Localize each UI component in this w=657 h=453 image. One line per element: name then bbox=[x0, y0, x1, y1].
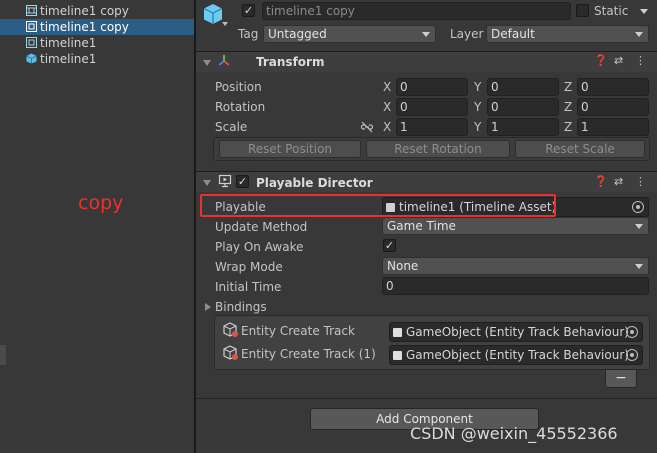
rotation-label: Rotation bbox=[215, 100, 266, 114]
object-picker-icon[interactable] bbox=[632, 201, 644, 213]
play-on-awake-label: Play On Awake bbox=[215, 240, 304, 254]
bindings-label: Bindings bbox=[215, 300, 267, 314]
scale-z-label: Z bbox=[564, 120, 573, 134]
tag-label: Tag bbox=[238, 27, 259, 41]
scale-x-label: X bbox=[383, 120, 392, 134]
preset-sliders-icon[interactable]: ⇄ bbox=[614, 176, 623, 188]
initial-time-label: Initial Time bbox=[215, 280, 282, 294]
rotation-z-label: Z bbox=[564, 100, 573, 114]
context-menu-icon[interactable]: ⋮ bbox=[635, 55, 646, 67]
position-x-label: X bbox=[383, 80, 392, 94]
bindings-foldout-icon[interactable] bbox=[205, 303, 211, 311]
update-method-dropdown[interactable]: Game Time bbox=[382, 217, 649, 235]
foldout-arrow-icon[interactable] bbox=[203, 60, 211, 66]
scale-x-field[interactable]: 1 bbox=[396, 118, 468, 136]
hierarchy-item-label: timeline1 bbox=[40, 52, 97, 66]
rotation-y-label: Y bbox=[474, 100, 482, 114]
object-picker-icon[interactable] bbox=[626, 326, 638, 338]
position-x-field[interactable]: 0 bbox=[396, 78, 468, 96]
object-picker-icon[interactable] bbox=[626, 349, 638, 361]
binding-track-label: Entity Create Track bbox=[241, 324, 355, 338]
wrap-mode-label: Wrap Mode bbox=[215, 260, 283, 274]
foldout-arrow-icon[interactable] bbox=[203, 180, 211, 186]
rotation-x-label: X bbox=[383, 100, 392, 114]
gameobject-icon bbox=[26, 5, 37, 16]
static-checkbox[interactable] bbox=[576, 4, 589, 17]
binding-track-label: Entity Create Track (1) bbox=[241, 347, 376, 361]
icon-dropdown-arrow[interactable] bbox=[222, 22, 228, 26]
playable-director-enabled-checkbox[interactable]: ✓ bbox=[236, 175, 249, 188]
layer-dropdown[interactable]: Default bbox=[486, 25, 649, 43]
rotation-x-field[interactable]: 0 bbox=[396, 98, 468, 116]
reset-position-button[interactable]: Reset Position bbox=[219, 140, 361, 158]
scale-y-label: Y bbox=[474, 120, 482, 134]
initial-time-field[interactable]: 0 bbox=[382, 277, 649, 295]
position-label: Position bbox=[215, 80, 262, 94]
transform-axes-icon bbox=[218, 55, 230, 66]
rotation-y-field[interactable]: 0 bbox=[487, 98, 559, 116]
annotation-copy-note: copy bbox=[78, 192, 124, 214]
hierarchy-item-label: timeline1 bbox=[40, 36, 97, 50]
context-menu-icon[interactable]: ⋮ bbox=[635, 176, 646, 188]
playable-director-title: Playable Director bbox=[256, 176, 373, 190]
tag-value: Untagged bbox=[268, 27, 327, 41]
watermark-text: CSDN @weixin_45552366 bbox=[410, 424, 618, 443]
preset-sliders-icon[interactable]: ⇄ bbox=[614, 55, 623, 67]
playable-director-icon bbox=[218, 174, 232, 188]
hierarchy-item[interactable]: timeline1 copy bbox=[0, 3, 194, 19]
hierarchy-edge-strip bbox=[0, 345, 6, 365]
binding-value: GameObject (Entity Track Behaviour) bbox=[406, 325, 629, 339]
wrap-mode-dropdown[interactable]: None bbox=[382, 257, 649, 275]
hierarchy-item-label: timeline1 copy bbox=[40, 20, 129, 34]
play-on-awake-checkbox[interactable]: ✓ bbox=[383, 239, 396, 252]
component-separator bbox=[196, 398, 657, 399]
help-icon[interactable]: ❓ bbox=[594, 176, 608, 188]
active-checkbox[interactable]: ✓ bbox=[242, 4, 255, 17]
gameobject-icon bbox=[26, 37, 37, 48]
object-name-field[interactable]: timeline1 copy bbox=[262, 2, 571, 20]
remove-binding-button[interactable]: − bbox=[605, 369, 637, 388]
hierarchy-item[interactable]: timeline1 bbox=[0, 51, 194, 67]
scale-y-field[interactable]: 1 bbox=[487, 118, 559, 136]
chevron-down-icon bbox=[635, 264, 643, 269]
chevron-down-icon bbox=[422, 32, 430, 37]
annotation-highlight-box bbox=[200, 194, 556, 217]
scale-label: Scale bbox=[215, 120, 248, 134]
binding-object-field[interactable]: GameObject (Entity Track Behaviour) bbox=[389, 345, 643, 365]
position-y-label: Y bbox=[474, 80, 482, 94]
scale-z-field[interactable]: 1 bbox=[577, 118, 649, 136]
position-z-label: Z bbox=[564, 80, 573, 94]
static-label: Static bbox=[594, 4, 629, 18]
prefab-cube-icon bbox=[26, 53, 37, 64]
position-y-field[interactable]: 0 bbox=[487, 78, 559, 96]
reset-rotation-button[interactable]: Reset Rotation bbox=[366, 140, 510, 158]
help-icon[interactable]: ❓ bbox=[594, 55, 608, 67]
hierarchy-panel: timeline1 copy timeline1 copy timeline1 … bbox=[0, 0, 194, 453]
hierarchy-item[interactable]: timeline1 bbox=[0, 35, 194, 51]
constrain-proportions-link-icon[interactable] bbox=[360, 121, 374, 133]
hierarchy-item-label: timeline1 copy bbox=[40, 4, 129, 18]
gameobject-icon bbox=[26, 21, 37, 32]
script-icon bbox=[393, 328, 402, 337]
static-dropdown-arrow[interactable] bbox=[640, 9, 648, 14]
chevron-down-icon bbox=[635, 224, 643, 229]
tag-dropdown[interactable]: Untagged bbox=[263, 25, 436, 43]
reset-scale-button[interactable]: Reset Scale bbox=[515, 140, 645, 158]
binding-object-field[interactable]: GameObject (Entity Track Behaviour) bbox=[389, 322, 643, 342]
hierarchy-item-selected[interactable]: timeline1 copy bbox=[0, 19, 194, 35]
rotation-z-field[interactable]: 0 bbox=[577, 98, 649, 116]
script-icon bbox=[393, 351, 402, 360]
entity-track-cube-icon bbox=[223, 322, 238, 337]
wrap-mode-value: None bbox=[387, 259, 419, 273]
update-method-value: Game Time bbox=[387, 219, 456, 233]
gameobject-cube-icon bbox=[203, 4, 223, 24]
update-method-label: Update Method bbox=[215, 220, 308, 234]
chevron-down-icon bbox=[635, 32, 643, 37]
transform-title: Transform bbox=[256, 55, 325, 69]
layer-label: Layer bbox=[450, 27, 484, 41]
layer-value: Default bbox=[491, 27, 535, 41]
entity-track-cube-icon bbox=[223, 345, 238, 360]
binding-value: GameObject (Entity Track Behaviour) bbox=[406, 348, 629, 362]
position-z-field[interactable]: 0 bbox=[577, 78, 649, 96]
